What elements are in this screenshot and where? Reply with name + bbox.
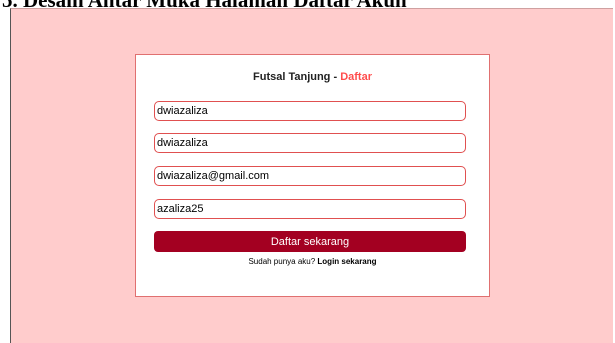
register-button[interactable]: Daftar sekarang [154,231,466,252]
email-field[interactable] [154,166,466,186]
form-title-accent: Daftar [340,71,372,83]
password-field[interactable] [154,199,466,219]
page-viewport: Futsal Tanjung - Daftar Daftar sekarang … [10,8,613,343]
register-card: Futsal Tanjung - Daftar Daftar sekarang … [135,54,490,297]
form-title: Futsal Tanjung - Daftar [136,71,489,83]
name-field[interactable] [154,133,466,153]
login-prompt-line: Sudah punya aku? Login sekarang [136,257,489,266]
username-field[interactable] [154,101,466,121]
login-link[interactable]: Login sekarang [317,257,376,266]
form-title-prefix: Futsal Tanjung - [253,71,341,83]
login-prompt-text: Sudah punya aku? [248,257,318,266]
